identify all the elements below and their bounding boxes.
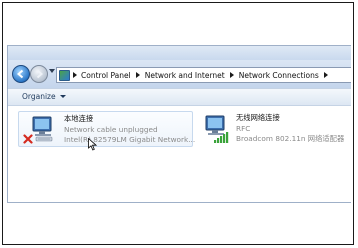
breadcrumb-separator-icon[interactable]: [73, 72, 77, 78]
top-blank-area: [3, 3, 353, 45]
connection-text: 无线网络连接 RFC Broadcom 802.11n 网络适配器: [236, 113, 344, 145]
command-toolbar: Organize: [8, 88, 351, 106]
breadcrumb-network-connections[interactable]: Network Connections: [239, 71, 319, 80]
wireless-network-adapter-icon: [205, 115, 229, 143]
organize-button[interactable]: Organize: [22, 92, 66, 101]
connection-item-wireless[interactable]: 无线网络连接 RFC Broadcom 802.11n 网络适配器: [194, 111, 351, 147]
chevron-down-icon: [59, 95, 66, 98]
address-bar[interactable]: Control Panel Network and Internet Netwo…: [56, 67, 351, 83]
back-arrow-icon: [16, 69, 24, 79]
connection-status: RFC: [236, 123, 251, 133]
forward-button[interactable]: [30, 65, 48, 83]
forward-arrow-icon: [36, 69, 44, 79]
mouse-pointer-icon: [88, 138, 97, 151]
connection-device: Intel(R) 82579LM Gigabit Network...: [64, 135, 196, 144]
connection-status: Network cable unplugged: [64, 124, 158, 134]
breadcrumb-control-panel[interactable]: Control Panel: [81, 71, 131, 80]
red-x-icon: [23, 134, 33, 144]
bottom-blank-area: [3, 203, 353, 244]
recent-pages-dropdown-icon[interactable]: [49, 69, 55, 73]
navigation-bar: Control Panel Network and Internet Netwo…: [8, 60, 351, 88]
organize-label: Organize: [22, 92, 56, 101]
breadcrumb-separator-icon[interactable]: [229, 72, 234, 78]
connection-item-local-area[interactable]: 本地连接 Network cable unplugged Intel(R) 82…: [18, 111, 195, 147]
control-panel-icon: [59, 69, 70, 81]
connection-name: 无线网络连接: [236, 113, 280, 122]
back-button[interactable]: [12, 65, 30, 83]
window-title-strip: [8, 46, 351, 60]
breadcrumb-separator-icon[interactable]: [323, 72, 328, 78]
connections-list: 本地连接 Network cable unplugged Intel(R) 82…: [8, 106, 351, 202]
breadcrumb-network-and-internet[interactable]: Network and Internet: [145, 71, 225, 80]
explorer-window: Control Panel Network and Internet Netwo…: [7, 45, 351, 203]
connection-text: 本地连接 Network cable unplugged Intel(R) 82…: [64, 114, 195, 146]
connection-device: Broadcom 802.11n 网络适配器: [236, 134, 345, 143]
connection-name: 本地连接: [64, 114, 94, 123]
breadcrumb-separator-icon[interactable]: [135, 72, 140, 78]
screenshot-frame: Control Panel Network and Internet Netwo…: [2, 2, 354, 245]
